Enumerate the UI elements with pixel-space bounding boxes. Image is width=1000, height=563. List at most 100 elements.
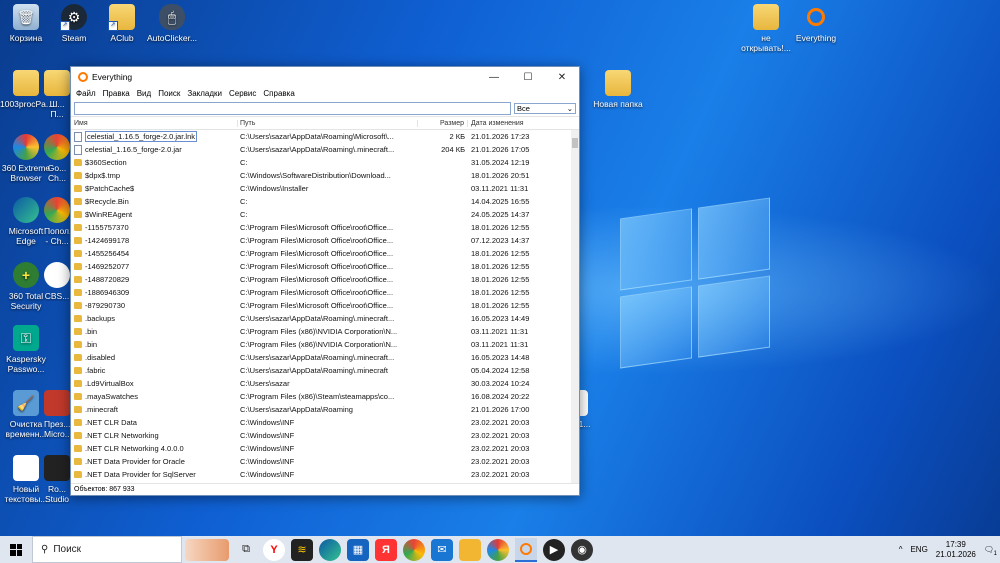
table-row[interactable]: -1424699178 C:\Program Files\Microsoft Of…: [71, 234, 579, 247]
desktop-icon-everything[interactable]: Everything: [790, 4, 842, 43]
table-row[interactable]: .Ld9VirtualBox C:\Users\sazar 30.03.2024 1…: [71, 377, 579, 390]
file-explorer-icon[interactable]: [459, 538, 481, 561]
edge-icon[interactable]: [319, 538, 341, 561]
close-button[interactable]: ✕: [545, 67, 579, 87]
folder-icon: [74, 432, 82, 439]
table-row[interactable]: .fabric C:\Users\sazar\AppData\Roaming\.m…: [71, 364, 579, 377]
desktop-icon-partial-1[interactable]: Ш... П...: [44, 70, 70, 119]
search-input[interactable]: [74, 101, 511, 115]
desktop-icon-new-folder[interactable]: Новая папка: [592, 70, 644, 109]
maximize-button[interactable]: ☐: [511, 67, 545, 87]
menu-help[interactable]: Справка: [263, 89, 294, 98]
app-icon[interactable]: ≋: [291, 538, 313, 561]
menu-edit[interactable]: Правка: [103, 89, 130, 98]
table-row[interactable]: .bin C:\Program Files (x86)\NVIDIA Corpor…: [71, 338, 579, 351]
360-browser-icon[interactable]: [487, 538, 509, 561]
desktop-icon-chrome[interactable]: Go... Ch...: [44, 134, 70, 183]
row-path: C:\Users\sazar\AppData\Roaming\.minecraf…: [240, 366, 388, 375]
table-row[interactable]: .NET CLR Networking C:\Windows\INF 23.02.2…: [71, 429, 579, 442]
desktop-icon-steam[interactable]: ⚙ ↗ Steam: [48, 4, 100, 43]
row-name-cell: .minecraft: [71, 405, 238, 414]
row-name: $Recycle.Bin: [85, 197, 129, 206]
vertical-scrollbar[interactable]: [571, 130, 579, 483]
everything-window[interactable]: Everything — ☐ ✕ Файл Правка Вид Поиск З…: [70, 66, 580, 496]
table-row[interactable]: .NET Data Provider for Oracle C:\Windows\…: [71, 455, 579, 468]
table-row[interactable]: $Recycle.Bin C: 14.04.2025 16:55: [71, 195, 579, 208]
table-row[interactable]: $WinREAgent C: 24.05.2025 14:37: [71, 208, 579, 221]
chrome-icon[interactable]: [403, 538, 425, 561]
folder-icon: ↗: [108, 4, 135, 31]
mail-icon[interactable]: ✉: [431, 538, 453, 561]
scrollbar-thumb[interactable]: [572, 138, 578, 148]
table-row[interactable]: celestial_1.16.5_forge-2.0.jar C:\Users\s…: [71, 143, 579, 156]
desktop-icon-chrome-shortcut[interactable]: Попол... - Ch...: [44, 197, 70, 246]
news-widget-icon[interactable]: [185, 538, 229, 561]
everything-app-icon: [78, 72, 88, 82]
column-size[interactable]: Размер: [418, 119, 468, 127]
row-path: C:\Users\sazar\AppData\Roaming\.minecraf…: [240, 353, 395, 362]
everything-taskbar-icon[interactable]: [515, 537, 537, 562]
desktop-icon-aclub[interactable]: ↗ AClub: [96, 4, 148, 43]
language-indicator[interactable]: ENG: [910, 545, 927, 554]
table-row[interactable]: .mayaSwatches C:\Program Files (x86)\Stea…: [71, 390, 579, 403]
obs-icon[interactable]: ◉: [571, 538, 593, 561]
table-row[interactable]: .NET Data Provider for SqlServer C:\Windo…: [71, 468, 579, 481]
title-bar[interactable]: Everything — ☐ ✕: [71, 67, 579, 87]
table-row[interactable]: $360Section C: 31.05.2024 12:19: [71, 156, 579, 169]
task-view-icon[interactable]: ⧉: [235, 539, 257, 561]
table-row[interactable]: $dpx$.tmp C:\Windows\SoftwareDistribution…: [71, 169, 579, 182]
everything-icon: [803, 4, 829, 30]
column-name[interactable]: Имя: [71, 119, 238, 127]
table-row[interactable]: -1155757370 C:\Program Files\Microsoft Of…: [71, 221, 579, 234]
table-row[interactable]: -1488720829 C:\Program Files\Microsoft Of…: [71, 273, 579, 286]
store-icon[interactable]: ▦: [347, 538, 369, 561]
desktop-icon-cbs[interactable]: CBS...: [44, 262, 70, 301]
row-date: 21.01.2026 17:00: [471, 405, 530, 414]
desktop-icon-kaspersky[interactable]: ⚿ Kaspersky Passwo...: [0, 325, 52, 374]
start-button[interactable]: [0, 536, 32, 563]
desktop-icon-label: Ro... Studio: [44, 484, 70, 504]
row-date: 07.12.2023 14:37: [471, 236, 530, 245]
clock[interactable]: 17:39 21.01.2026: [936, 540, 976, 560]
yandex-icon[interactable]: Я: [375, 538, 397, 561]
column-date[interactable]: Дата изменения: [468, 120, 568, 127]
menu-tools[interactable]: Сервис: [229, 89, 256, 98]
row-date: 05.04.2024 12:58: [471, 366, 530, 375]
tray-chevron-icon[interactable]: ^: [899, 545, 903, 554]
menu-bookmarks[interactable]: Закладки: [187, 89, 222, 98]
table-row[interactable]: -879290730 C:\Program Files\Microsoft Off…: [71, 299, 579, 312]
table-row[interactable]: -1886946309 C:\Program Files\Microsoft Of…: [71, 286, 579, 299]
menu-view[interactable]: Вид: [137, 89, 151, 98]
table-row[interactable]: .disabled C:\Users\sazar\AppData\Roaming\…: [71, 351, 579, 364]
table-row[interactable]: $PatchCache$ C:\Windows\Installer 03.11.20…: [71, 182, 579, 195]
media-player-icon[interactable]: ▶: [543, 538, 565, 561]
yandex-browser-icon[interactable]: Y: [263, 538, 285, 561]
table-row[interactable]: celestial_1.16.5_forge-2.0.jar.lnk C:\Use…: [71, 130, 579, 143]
row-path: C:\Program Files\Microsoft Office\root\O…: [240, 223, 394, 232]
table-row[interactable]: .NET CLR Networking 4.0.0.0 C:\Windows\IN…: [71, 442, 579, 455]
row-name-cell: .bin: [71, 340, 238, 349]
table-row[interactable]: .NET CLR Data C:\Windows\INF 23.02.2021 20…: [71, 416, 579, 429]
table-row[interactable]: -1455256454 C:\Program Files\Microsoft Of…: [71, 247, 579, 260]
desktop-icon-label: Корзина: [9, 33, 43, 43]
table-row[interactable]: -1469252077 C:\Program Files\Microsoft Of…: [71, 260, 579, 273]
folder-icon: [74, 302, 82, 309]
column-path[interactable]: Путь: [238, 119, 418, 127]
table-row[interactable]: .minecraft C:\Users\sazar\AppData\Roaming…: [71, 403, 579, 416]
row-name: .Ld9VirtualBox: [85, 379, 134, 388]
desktop-icon-autoclicker[interactable]: 🖱 AutoClicker...: [146, 4, 198, 43]
menu-file[interactable]: Файл: [76, 89, 96, 98]
row-date: 16.05.2023 14:48: [471, 353, 530, 362]
taskbar-search[interactable]: ⚲ Поиск: [32, 536, 182, 563]
desktop-icon-recycle-bin[interactable]: 🗑 Корзина: [0, 4, 52, 43]
menu-search[interactable]: Поиск: [158, 89, 180, 98]
desktop-icon-ne-otkryvat[interactable]: не открывать!...: [740, 4, 792, 53]
results-list[interactable]: celestial_1.16.5_forge-2.0.jar.lnk C:\Use…: [71, 130, 579, 483]
minimize-button[interactable]: —: [477, 67, 511, 87]
table-row[interactable]: .backups C:\Users\sazar\AppData\Roaming\.…: [71, 312, 579, 325]
filter-select[interactable]: Все ⌄: [514, 102, 576, 114]
notification-icon[interactable]: 🗨 1: [984, 545, 997, 557]
desktop-icon-roblox-studio[interactable]: Ro... Studio: [44, 455, 70, 504]
desktop-icon-presentation[interactable]: През... Micro...: [44, 390, 70, 439]
table-row[interactable]: .bin C:\Program Files (x86)\NVIDIA Corpor…: [71, 325, 579, 338]
